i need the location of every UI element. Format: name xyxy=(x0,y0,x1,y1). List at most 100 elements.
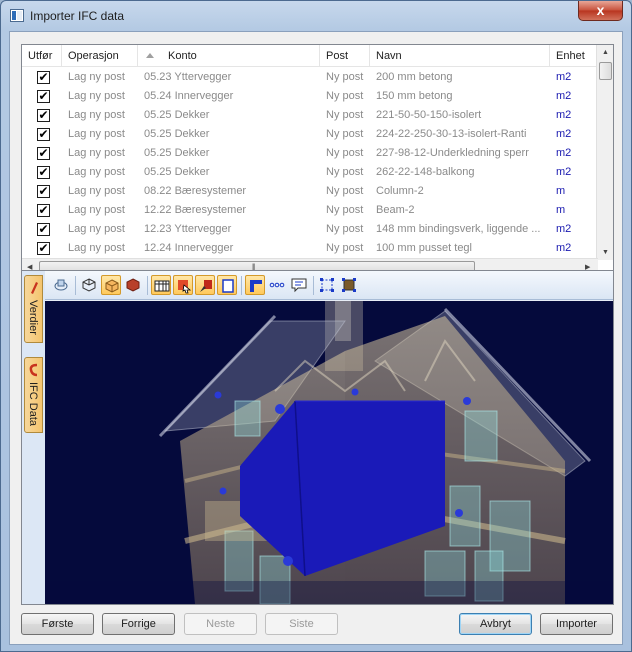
table-row[interactable]: ✔ Lag ny post 08.22 Bæresystemer Ny post Col… xyxy=(22,182,598,201)
table-row[interactable]: ✔ Lag ny post 05.25 Dekker Ny post 221-50-50… xyxy=(22,106,598,125)
cell-konto[interactable]: 08.22 Bæresystemer xyxy=(138,182,320,201)
comment-button[interactable] xyxy=(289,275,309,295)
cell-operasjon[interactable]: Lag ny post xyxy=(62,201,138,220)
close-button[interactable]: x xyxy=(578,1,623,21)
cell-enhet[interactable]: m2 xyxy=(550,106,598,125)
cell-post[interactable]: Ny post xyxy=(320,201,370,220)
3d-viewport[interactable] xyxy=(45,301,613,604)
vertical-scroll-thumb[interactable] xyxy=(599,62,612,80)
table-row[interactable]: ✔ Lag ny post 05.25 Dekker Ny post 262-22-14… xyxy=(22,163,598,182)
column-header-post[interactable]: Post xyxy=(320,45,370,67)
vertical-scrollbar[interactable]: ▲ ▼ xyxy=(596,45,613,260)
cell-konto[interactable]: 05.25 Dekker xyxy=(138,125,320,144)
column-header-konto[interactable]: Konto xyxy=(138,45,320,67)
solid-button[interactable] xyxy=(123,275,143,295)
paint-button[interactable] xyxy=(195,275,215,295)
cell-operasjon[interactable]: Lag ny post xyxy=(62,106,138,125)
cell-operasjon[interactable]: Lag ny post xyxy=(62,87,138,106)
cell-navn[interactable]: 262-22-148-balkong xyxy=(370,163,550,182)
cell-konto[interactable]: 05.25 Dekker xyxy=(138,144,320,163)
cell-konto[interactable]: 12.22 Bæresystemer xyxy=(138,201,320,220)
cell-konto[interactable]: 05.24 Innervegger xyxy=(138,87,320,106)
cell-enhet[interactable]: m xyxy=(550,182,598,201)
cell-operasjon[interactable]: Lag ny post xyxy=(62,220,138,239)
table-button[interactable] xyxy=(151,275,171,295)
cell-post[interactable]: Ny post xyxy=(320,87,370,106)
importer-button[interactable]: Importer xyxy=(540,613,613,635)
select-region-button[interactable] xyxy=(317,275,337,295)
column-header-operasjon[interactable]: Operasjon xyxy=(62,45,138,67)
table-row[interactable]: ✔ Lag ny post 12.22 Bæresystemer Ny post Bea… xyxy=(22,201,598,220)
cell-navn[interactable]: 224-22-250-30-13-isolert-Ranti xyxy=(370,125,550,144)
utfor-checkbox[interactable]: ✔ xyxy=(37,109,50,122)
cell-operasjon[interactable]: Lag ny post xyxy=(62,144,138,163)
cell-navn[interactable]: 100 mm pusset tegl xyxy=(370,239,550,258)
table-row[interactable]: ✔ Lag ny post 05.24 Innervegger Ny post 150 … xyxy=(22,87,598,106)
cell-konto[interactable]: 05.23 Yttervegger xyxy=(138,68,320,87)
cell-post[interactable]: Ny post xyxy=(320,163,370,182)
utfor-checkbox[interactable]: ✔ xyxy=(37,185,50,198)
dots-button[interactable] xyxy=(267,275,287,295)
scroll-up-icon[interactable]: ▲ xyxy=(602,49,609,56)
orbit-button[interactable] xyxy=(51,275,71,295)
cell-enhet[interactable]: m xyxy=(550,201,598,220)
cell-konto[interactable]: 12.24 Innervegger xyxy=(138,239,320,258)
utfor-checkbox[interactable]: ✔ xyxy=(37,147,50,160)
utfor-checkbox[interactable]: ✔ xyxy=(37,90,50,103)
cell-enhet[interactable]: m2 xyxy=(550,68,598,87)
utfor-checkbox[interactable]: ✔ xyxy=(37,71,50,84)
cell-operasjon[interactable]: Lag ny post xyxy=(62,163,138,182)
utfor-checkbox[interactable]: ✔ xyxy=(37,128,50,141)
column-header-enhet[interactable]: Enhet xyxy=(550,45,598,67)
transparent-button[interactable] xyxy=(101,275,121,295)
tab-ifc-data[interactable]: IFC Data xyxy=(24,357,43,433)
cell-enhet[interactable]: m2 xyxy=(550,239,598,258)
tab-verdier[interactable]: Verdier xyxy=(24,275,43,343)
table-row[interactable]: ✔ Lag ny post 05.23 Yttervegger Ny post 200 … xyxy=(22,68,598,87)
cell-operasjon[interactable]: Lag ny post xyxy=(62,182,138,201)
cell-operasjon[interactable]: Lag ny post xyxy=(62,68,138,87)
cell-navn[interactable]: Beam-2 xyxy=(370,201,550,220)
cell-post[interactable]: Ny post xyxy=(320,106,370,125)
frame-button[interactable] xyxy=(217,275,237,295)
forste-button[interactable]: Første xyxy=(21,613,94,635)
cell-post[interactable]: Ny post xyxy=(320,68,370,87)
column-header-navn[interactable]: Navn xyxy=(370,45,550,67)
fit-button[interactable] xyxy=(339,275,359,295)
avbryt-button[interactable]: Avbryt xyxy=(459,613,532,635)
cell-enhet[interactable]: m2 xyxy=(550,220,598,239)
cell-navn[interactable]: 150 mm betong xyxy=(370,87,550,106)
cell-post[interactable]: Ny post xyxy=(320,239,370,258)
cell-enhet[interactable]: m2 xyxy=(550,125,598,144)
cell-post[interactable]: Ny post xyxy=(320,220,370,239)
cell-enhet[interactable]: m2 xyxy=(550,144,598,163)
utfor-checkbox[interactable]: ✔ xyxy=(37,204,50,217)
cell-post[interactable]: Ny post xyxy=(320,125,370,144)
cell-post[interactable]: Ny post xyxy=(320,182,370,201)
wireframe-button[interactable] xyxy=(79,275,99,295)
cell-operasjon[interactable]: Lag ny post xyxy=(62,125,138,144)
column-header-utfor[interactable]: Utfør xyxy=(22,45,62,67)
cell-enhet[interactable]: m2 xyxy=(550,163,598,182)
cell-navn[interactable]: 200 mm betong xyxy=(370,68,550,87)
cell-navn[interactable]: Column-2 xyxy=(370,182,550,201)
select-button[interactable] xyxy=(173,275,193,295)
forrige-button[interactable]: Forrige xyxy=(102,613,175,635)
cell-konto[interactable]: 05.25 Dekker xyxy=(138,106,320,125)
utfor-checkbox[interactable]: ✔ xyxy=(37,242,50,255)
cell-konto[interactable]: 05.25 Dekker xyxy=(138,163,320,182)
cell-navn[interactable]: 227-98-12-Underkledning sperr xyxy=(370,144,550,163)
cell-konto[interactable]: 12.23 Yttervegger xyxy=(138,220,320,239)
neste-button[interactable]: Neste xyxy=(184,613,257,635)
cell-enhet[interactable]: m2 xyxy=(550,87,598,106)
table-row[interactable]: ✔ Lag ny post 12.23 Yttervegger Ny post 148 … xyxy=(22,220,598,239)
utfor-checkbox[interactable]: ✔ xyxy=(37,223,50,236)
utfor-checkbox[interactable]: ✔ xyxy=(37,166,50,179)
title-bar[interactable]: Importer IFC data x xyxy=(1,1,631,31)
cell-post[interactable]: Ny post xyxy=(320,144,370,163)
cell-navn[interactable]: 148 mm bindingsverk, liggende ... xyxy=(370,220,550,239)
table-row[interactable]: ✔ Lag ny post 05.25 Dekker Ny post 224-22-25… xyxy=(22,125,598,144)
corner-button[interactable] xyxy=(245,275,265,295)
scroll-down-icon[interactable]: ▼ xyxy=(602,249,609,256)
cell-navn[interactable]: 221-50-50-150-isolert xyxy=(370,106,550,125)
